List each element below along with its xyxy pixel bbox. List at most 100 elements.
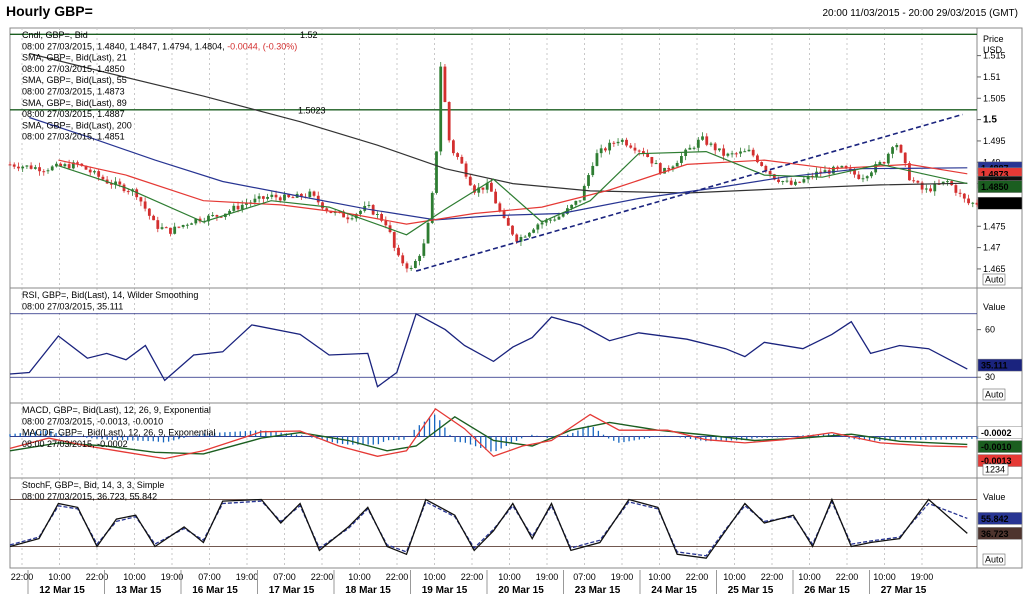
rsi-tick-label: 30 bbox=[985, 372, 995, 382]
candle-body bbox=[650, 156, 654, 164]
trendline bbox=[415, 113, 963, 272]
candle-body bbox=[658, 163, 662, 174]
candle-body bbox=[515, 234, 519, 242]
price-legend-line: SMA, GBP=, Bid(Last), 89 bbox=[22, 98, 127, 108]
candle-body bbox=[253, 198, 257, 203]
candle-body bbox=[908, 163, 911, 181]
candle-body bbox=[561, 213, 565, 217]
candle-body bbox=[481, 187, 485, 190]
candle-body bbox=[42, 171, 46, 173]
candle-body bbox=[929, 188, 932, 192]
candle-body bbox=[895, 144, 899, 148]
hour-tick-label: 22:00 bbox=[386, 572, 409, 582]
candle-body bbox=[557, 216, 561, 220]
price-legend-line: SMA, GBP=, Bid(Last), 21 bbox=[22, 53, 127, 63]
candle-body bbox=[726, 153, 730, 156]
hour-tick-label: 22:00 bbox=[311, 572, 334, 582]
candle-body bbox=[654, 163, 658, 165]
candle-body bbox=[777, 179, 780, 182]
hour-tick-label: 10:00 bbox=[723, 572, 746, 582]
candle-body bbox=[916, 180, 920, 183]
candle-body bbox=[283, 194, 286, 201]
price-tick-label: 1.51 bbox=[983, 72, 1001, 82]
price-legend-line: 08:00 27/03/2015, 1.4840, 1.4847, 1.4794… bbox=[22, 41, 297, 51]
price-legend-line: 08:00 27/03/2015, 1.4887 bbox=[22, 109, 125, 119]
candle-body bbox=[25, 165, 29, 167]
candle-body bbox=[629, 145, 633, 148]
candle-body bbox=[21, 166, 25, 169]
candle-body bbox=[240, 204, 244, 210]
candle-body bbox=[494, 191, 498, 204]
hour-tick-label: 10:00 bbox=[873, 572, 896, 582]
price-tick-label: 1.505 bbox=[983, 93, 1006, 103]
candle-body bbox=[405, 263, 409, 269]
candle-body bbox=[97, 171, 101, 177]
candle-body bbox=[705, 136, 709, 145]
candle-body bbox=[257, 196, 261, 199]
candle-body bbox=[8, 164, 12, 166]
candle-body bbox=[160, 227, 164, 229]
candle-body bbox=[413, 261, 417, 268]
sma-89-line bbox=[29, 116, 968, 221]
hour-tick-label: 19:00 bbox=[611, 572, 634, 582]
candle-body bbox=[604, 148, 607, 151]
candle-body bbox=[55, 163, 58, 167]
candle-body bbox=[177, 226, 181, 228]
hour-tick-label: 10:00 bbox=[348, 572, 371, 582]
hour-tick-label: 19:00 bbox=[161, 572, 184, 582]
candle-body bbox=[718, 148, 721, 151]
candle-body bbox=[536, 224, 540, 230]
horizontal-level-label: 1.52 bbox=[300, 30, 318, 40]
candle-body bbox=[464, 163, 468, 177]
candles-group bbox=[8, 61, 979, 273]
candle-body bbox=[147, 208, 151, 216]
candle-body bbox=[443, 66, 447, 103]
candle-body bbox=[768, 170, 772, 175]
candle-body bbox=[924, 188, 928, 190]
candle-body bbox=[401, 255, 405, 264]
candle-body bbox=[612, 142, 616, 144]
candle-body bbox=[903, 152, 907, 164]
price-legend-line: SMA, GBP=, Bid(Last), 55 bbox=[22, 75, 127, 85]
candle-body bbox=[392, 232, 396, 248]
candle-body bbox=[861, 178, 865, 180]
candle-body bbox=[439, 66, 443, 152]
price-value-tag: 1.4804 bbox=[981, 199, 1009, 209]
candle-body bbox=[958, 192, 962, 194]
macd-legend-line: 08:00 27/03/2015, -0.0002 bbox=[22, 439, 128, 449]
candle-body bbox=[63, 164, 67, 167]
candle-body bbox=[730, 153, 734, 155]
day-tick-label: 25 Mar 15 bbox=[728, 585, 774, 596]
candle-body bbox=[946, 181, 949, 183]
candle-body bbox=[523, 236, 527, 238]
candle-body bbox=[734, 153, 738, 155]
candle-body bbox=[50, 166, 54, 171]
price-legend-line: Cndl, GBP=, Bid bbox=[22, 30, 88, 40]
day-tick-label: 20 Mar 15 bbox=[498, 585, 544, 596]
candle-body bbox=[456, 153, 460, 157]
chart-canvas[interactable]: 1.521.50231.4651.471.4751.481.4851.491.4… bbox=[0, 0, 1024, 610]
candle-body bbox=[540, 222, 544, 225]
candle-body bbox=[359, 210, 362, 214]
candle-body bbox=[591, 165, 595, 176]
candle-body bbox=[760, 162, 764, 166]
hour-tick-label: 22:00 bbox=[11, 572, 34, 582]
candle-body bbox=[692, 147, 696, 149]
candle-body bbox=[447, 102, 451, 141]
price-axis-title: Price bbox=[983, 34, 1004, 44]
candle-body bbox=[620, 139, 624, 142]
candle-body bbox=[891, 147, 894, 154]
day-tick-label: 27 Mar 15 bbox=[881, 585, 927, 596]
day-tick-label: 17 Mar 15 bbox=[269, 585, 315, 596]
price-auto-button: Auto bbox=[985, 275, 1004, 285]
hour-tick-label: 10:00 bbox=[798, 572, 821, 582]
candle-body bbox=[870, 172, 873, 177]
rsi-legend-line: 08:00 27/03/2015, 35.111 bbox=[22, 301, 123, 311]
candle-body bbox=[549, 219, 552, 221]
candle-body bbox=[185, 224, 189, 226]
candle-body bbox=[696, 139, 700, 148]
day-tick-label: 19 Mar 15 bbox=[422, 585, 468, 596]
candle-body bbox=[688, 147, 692, 150]
candle-body bbox=[570, 204, 574, 209]
candle-body bbox=[215, 215, 219, 217]
